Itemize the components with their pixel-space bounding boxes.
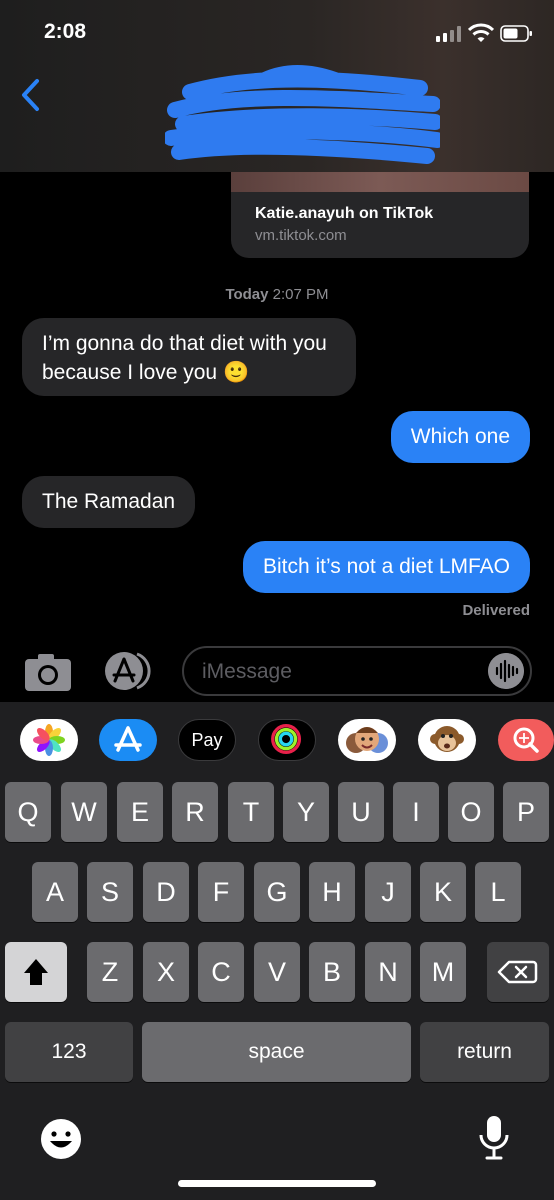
- monkey-icon[interactable]: [418, 719, 476, 761]
- image-search-icon[interactable]: [498, 719, 554, 761]
- key-g[interactable]: G: [254, 862, 300, 922]
- delivery-status: Delivered: [462, 602, 530, 619]
- link-preview-card[interactable]: Katie.anayuh on TikTok vm.tiktok.com: [231, 172, 529, 258]
- key-o[interactable]: O: [448, 782, 494, 842]
- key-t[interactable]: T: [228, 782, 274, 842]
- audio-message-icon[interactable]: [488, 653, 524, 689]
- key-k[interactable]: K: [420, 862, 466, 922]
- monkey-face-glyph: [430, 726, 464, 752]
- link-preview-domain: vm.tiktok.com: [255, 227, 347, 244]
- key-y[interactable]: Y: [283, 782, 329, 842]
- imessage-placeholder: iMessage: [202, 660, 292, 683]
- back-chevron-icon[interactable]: [18, 78, 42, 112]
- key-j[interactable]: J: [365, 862, 411, 922]
- key-d[interactable]: D: [143, 862, 189, 922]
- key-u[interactable]: U: [338, 782, 384, 842]
- return-key[interactable]: return: [420, 1022, 549, 1082]
- activity-icon[interactable]: [258, 719, 316, 761]
- appstore-glyph: [114, 726, 142, 752]
- shift-key[interactable]: [5, 942, 67, 1002]
- microphone-icon[interactable]: [478, 1114, 510, 1162]
- imessage-input[interactable]: iMessage: [182, 646, 532, 696]
- photos-flower-glyph: [33, 724, 65, 756]
- delete-key[interactable]: [487, 942, 549, 1002]
- timestamp-time: 2:07 PM: [272, 286, 329, 303]
- key-p[interactable]: P: [503, 782, 549, 842]
- image-search-glyph: [513, 727, 539, 753]
- wifi-icon: [468, 23, 494, 42]
- app-drawer: Pay: [0, 702, 554, 782]
- key-w[interactable]: W: [61, 782, 107, 842]
- link-preview-title: Katie.anayuh on TikTok: [255, 205, 434, 222]
- key-m[interactable]: M: [420, 942, 466, 1002]
- key-v[interactable]: V: [254, 942, 300, 1002]
- key-b[interactable]: B: [309, 942, 355, 1002]
- backspace-icon: [497, 960, 538, 984]
- memoji-faces-glyph: [346, 727, 388, 753]
- redacted-contact-name[interactable]: [165, 60, 440, 170]
- key-c[interactable]: C: [198, 942, 244, 1002]
- message-timestamp: Today 2:07 PM: [0, 286, 554, 303]
- emoji-icon[interactable]: [40, 1118, 82, 1160]
- battery-icon: [500, 25, 532, 42]
- applepay-icon[interactable]: Pay: [178, 719, 236, 761]
- link-preview-image: [231, 172, 529, 192]
- key-l[interactable]: L: [475, 862, 521, 922]
- outgoing-message-bubble[interactable]: Bitch it’s not a diet LMFAO: [242, 541, 530, 593]
- apps-icon[interactable]: [103, 650, 157, 692]
- key-q[interactable]: Q: [5, 782, 51, 842]
- memoji-icon[interactable]: [338, 719, 396, 761]
- key-h[interactable]: H: [309, 862, 355, 922]
- timestamp-day: Today: [225, 286, 269, 303]
- photos-icon[interactable]: [20, 719, 78, 761]
- activity-rings-glyph: [271, 724, 302, 755]
- key-z[interactable]: Z: [87, 942, 133, 1002]
- appstore-icon[interactable]: [99, 719, 157, 761]
- key-n[interactable]: N: [365, 942, 411, 1002]
- key-r[interactable]: R: [172, 782, 218, 842]
- key-f[interactable]: F: [198, 862, 244, 922]
- incoming-message-bubble[interactable]: I’m gonna do that diet with you because …: [22, 318, 356, 396]
- incoming-message-bubble[interactable]: The Ramadan: [22, 476, 196, 528]
- key-x[interactable]: X: [143, 942, 189, 1002]
- numbers-key[interactable]: 123: [5, 1022, 133, 1082]
- key-s[interactable]: S: [87, 862, 133, 922]
- status-time: 2:08: [44, 20, 87, 43]
- camera-icon[interactable]: [24, 652, 72, 692]
- cellular-signal-icon: [436, 26, 462, 42]
- applepay-label: Pay: [191, 730, 223, 750]
- key-a[interactable]: A: [32, 862, 78, 922]
- space-key[interactable]: space: [142, 1022, 411, 1082]
- key-i[interactable]: I: [393, 782, 439, 842]
- key-e[interactable]: E: [117, 782, 163, 842]
- shift-arrow-icon: [24, 959, 48, 985]
- outgoing-message-bubble[interactable]: Which one: [390, 411, 530, 463]
- home-indicator[interactable]: [178, 1180, 376, 1187]
